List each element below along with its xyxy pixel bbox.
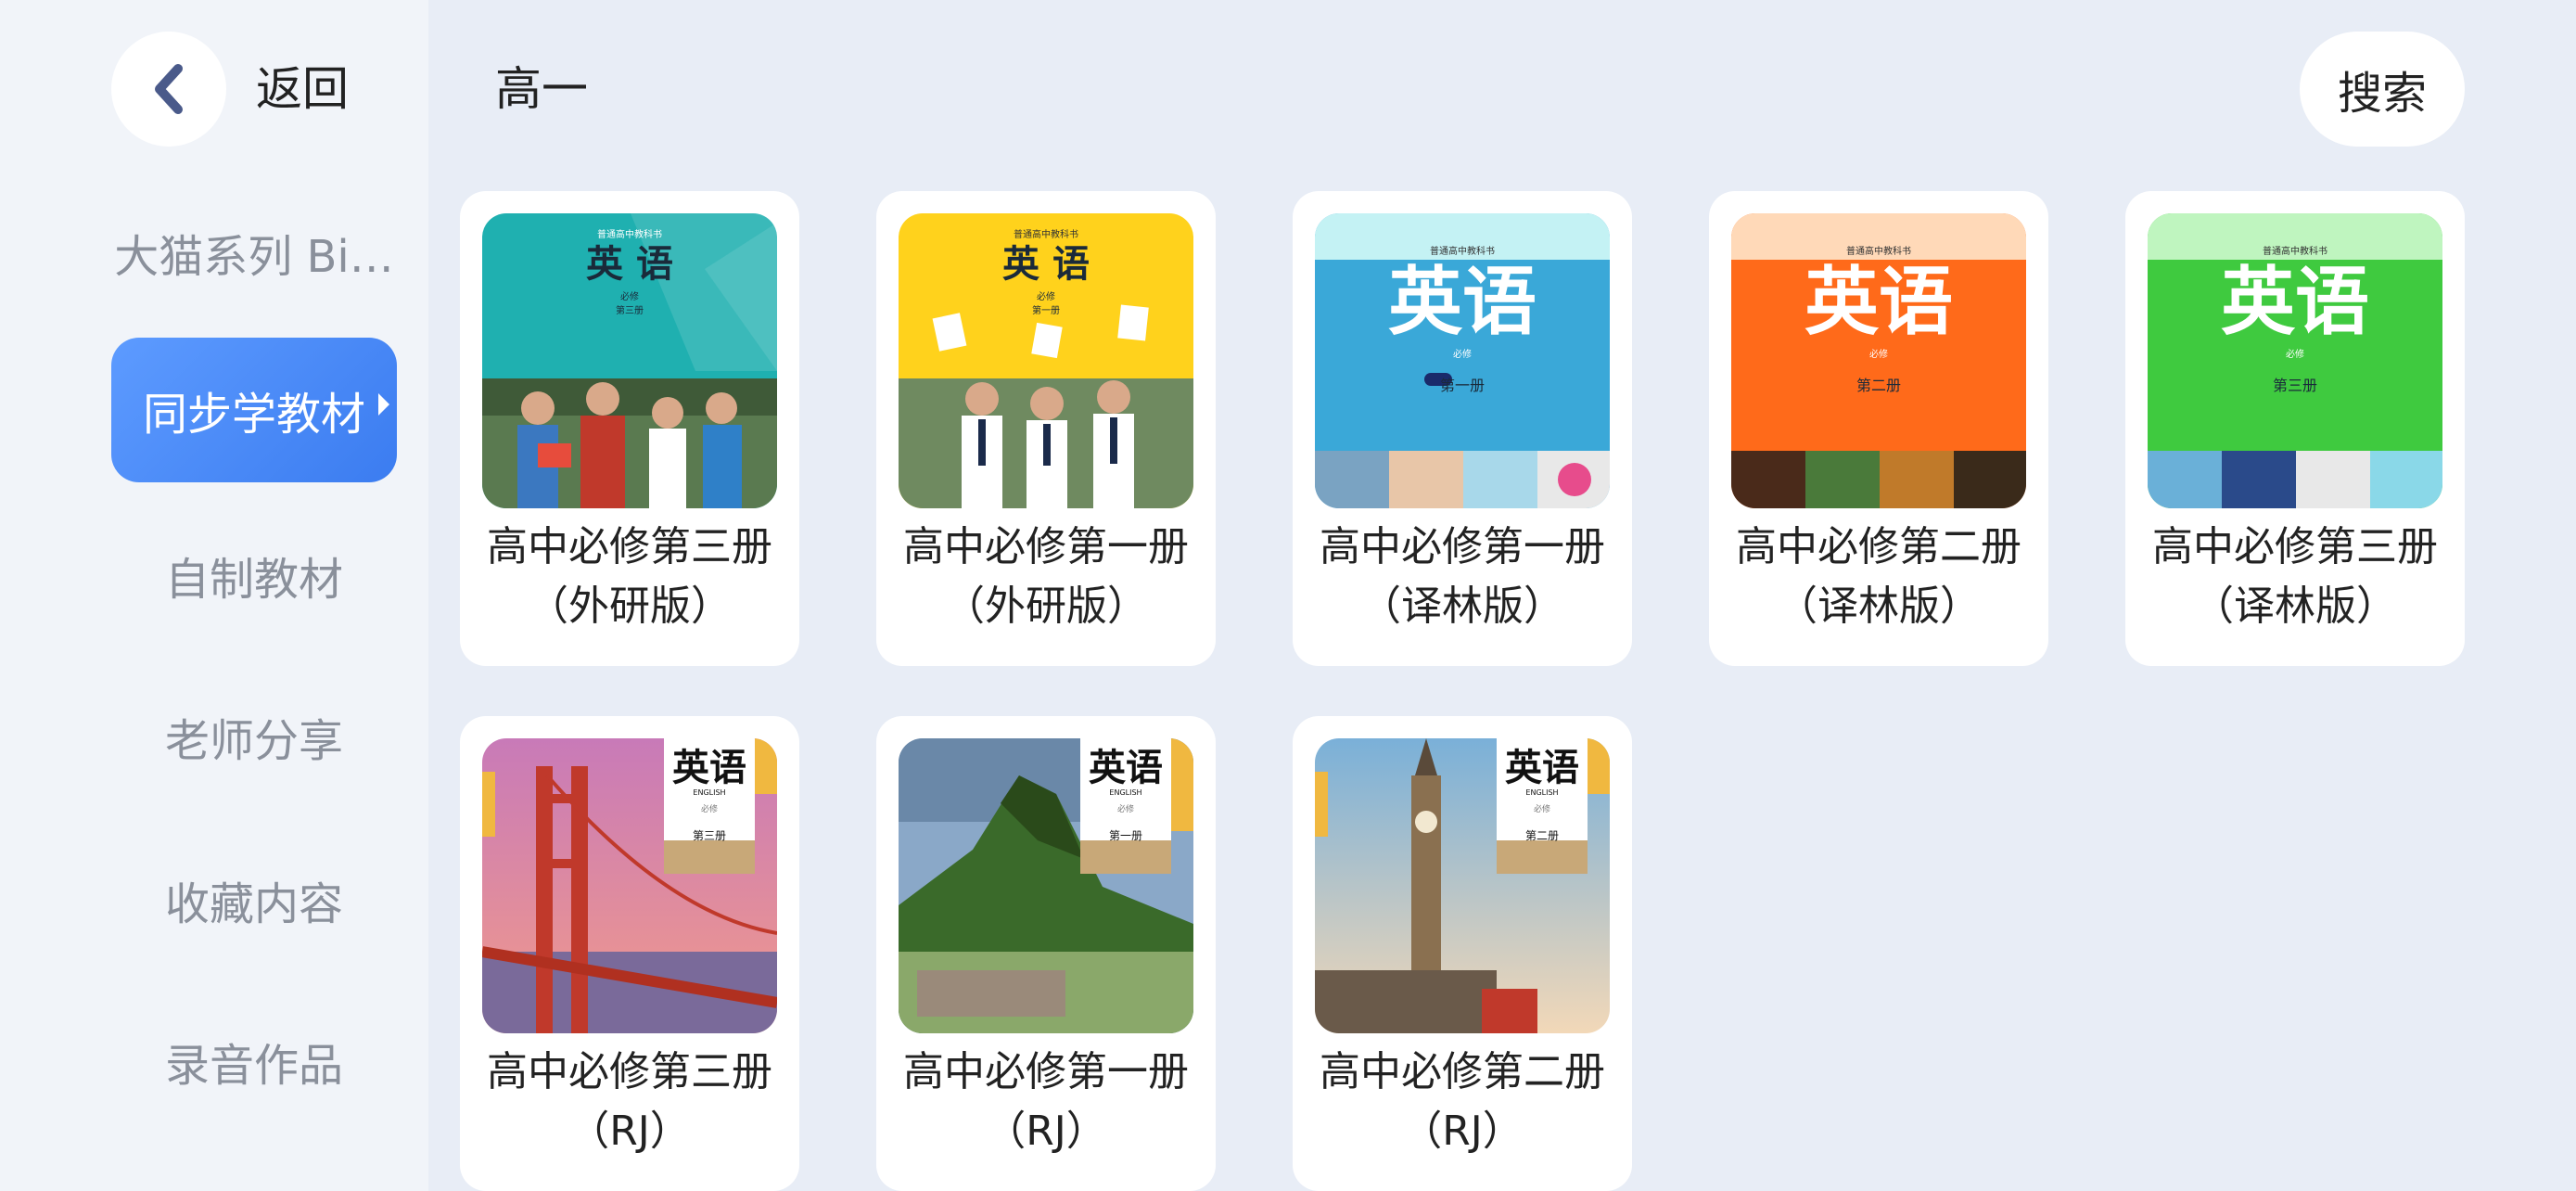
book-title-line1: 高中必修第三册 (487, 1048, 772, 1095)
book-card[interactable]: 普通高中教科书 英 语 必修 第三册 高中必修第三册 （外研版） (460, 191, 799, 666)
sidebar-item-label: 自制教材 (164, 554, 343, 606)
cover-accent-strip (755, 738, 777, 794)
page-title: 高一 (495, 62, 588, 116)
cover-sub2: 第二册 (1855, 377, 1901, 394)
book-title: 高中必修第一册 （RJ） (876, 1043, 1216, 1161)
book-title-line1: 高中必修第三册 (487, 523, 772, 570)
sidebar-item-label: 同步学教材 (142, 389, 365, 441)
sidebar-item-label: 老师分享 (164, 715, 343, 767)
book-title-line2: （译林版） (1360, 583, 1564, 630)
book-title-line1: 高中必修第二册 (1736, 523, 2021, 570)
book-cover: 普通高中教科书 英 语 必修 第三册 (482, 213, 777, 508)
book-card[interactable]: 普通高中教科书 英语 必修 第一册 高中必修第一册 （译林版） (1293, 191, 1632, 666)
cover-subject: 英 语 (586, 242, 673, 286)
sidebar-item-label: 大猫系列 Bi… (114, 231, 394, 283)
book-card[interactable]: 普通高中教科书 英语 必修 第三册 高中必修第三册 （译林版） (2125, 191, 2465, 666)
cover-sub2: 第一册 (1439, 377, 1485, 394)
book-title-line2: （外研版） (528, 583, 732, 630)
book-title: 高中必修第三册 （外研版） (460, 518, 799, 636)
cover-top-text: 普通高中教科书 (1846, 247, 1911, 257)
search-button[interactable]: 搜索 (2300, 32, 2465, 147)
book-title-line2: （外研版） (944, 583, 1148, 630)
book-title: 高中必修第三册 （译林版） (2125, 518, 2465, 636)
sidebar-item-teacher-share[interactable]: 老师分享 (111, 664, 397, 809)
book-card[interactable]: 普通高中教科书 英 语 必修 第一册 高中必修第一册 （外研版） (876, 191, 1216, 666)
book-cover: 英语 ENGLISH 必修 第三册 (482, 738, 777, 1033)
back-label[interactable]: 返回 (256, 58, 349, 121)
cover-top-text: 普通高中教科书 (2263, 247, 2327, 257)
cover-subject: 英 语 (1002, 242, 1090, 286)
book-title-line1: 高中必修第二册 (1320, 1048, 1605, 1095)
book-title: 高中必修第一册 （译林版） (1293, 518, 1632, 636)
book-cover: 普通高中教科书 英语 必修 第一册 (1315, 213, 1610, 508)
cover-subject: 英语 (672, 746, 746, 789)
cover-sub1: 必修 (1453, 350, 1472, 360)
cover-sub1: 必修 (620, 292, 639, 302)
book-title: 高中必修第二册 （译林版） (1709, 518, 2048, 636)
book-title: 高中必修第一册 （外研版） (876, 518, 1216, 636)
book-title: 高中必修第三册 （RJ） (460, 1043, 799, 1161)
sidebar-item-sync-textbook[interactable]: 同步学教材 (111, 338, 397, 482)
book-title-line1: 高中必修第三册 (2152, 523, 2438, 570)
book-title-line2: （RJ） (568, 1108, 691, 1155)
book-title-line2: （译林版） (1777, 583, 1981, 630)
cover-accent-strip (1171, 738, 1193, 831)
cover-subject: 英语 (1505, 746, 1579, 789)
cover-subject: 英语 (1804, 258, 1953, 345)
sidebar-item-recordings[interactable]: 录音作品 (111, 989, 397, 1133)
cover-sub1: 必修 (1116, 805, 1134, 814)
chevron-left-icon (155, 64, 183, 114)
book-title-line2: （译林版） (2193, 583, 2397, 630)
sidebar-item-big-cat-series[interactable]: 大猫系列 Bi… (111, 180, 397, 325)
cover-accent-strip (1588, 738, 1610, 794)
cover-subject: 英语 (2221, 258, 2369, 345)
sidebar-item-favorites[interactable]: 收藏内容 (111, 827, 397, 972)
book-cover: 英语 ENGLISH 必修 第二册 (1315, 738, 1610, 1033)
book-card[interactable]: 普通高中教科书 英语 必修 第二册 高中必修第二册 （译林版） (1709, 191, 2048, 666)
cover-top-text: 普通高中教科书 (1430, 247, 1495, 257)
sidebar-item-label: 收藏内容 (164, 878, 343, 930)
cover-sub1: 必修 (1037, 292, 1055, 302)
cover-english: ENGLISH (1109, 788, 1142, 797)
cover-top-text: 普通高中教科书 (1014, 230, 1078, 240)
book-cover: 普通高中教科书 英语 必修 第二册 (1731, 213, 2026, 508)
book-title-line2: （RJ） (985, 1108, 1107, 1155)
book-card[interactable]: 英语 ENGLISH 必修 第三册 高中必修第三册 （RJ） (460, 716, 799, 1191)
cover-sub2: 第一册 (1108, 829, 1142, 842)
sidebar-item-label: 录音作品 (164, 1040, 343, 1092)
cover-accent-strip (482, 772, 495, 837)
book-card[interactable]: 英语 ENGLISH 必修 第一册 高中必修第一册 （RJ） (876, 716, 1216, 1191)
cover-sub2: 第三册 (616, 306, 644, 316)
book-cover: 英语 ENGLISH 必修 第一册 (899, 738, 1193, 1033)
book-cover: 普通高中教科书 英 语 必修 第一册 (899, 213, 1193, 508)
sidebar: 返回 大猫系列 Bi… 同步学教材 自制教材 老师分享 收藏内容 录音作品 (0, 0, 428, 1191)
book-title-line1: 高中必修第一册 (903, 523, 1189, 570)
cover-sub2: 第三册 (2272, 377, 2317, 394)
cover-subject: 英语 (1388, 258, 1537, 345)
caret-right-icon (378, 393, 389, 416)
book-title-line1: 高中必修第一册 (1320, 523, 1605, 570)
book-cover: 普通高中教科书 英语 必修 第三册 (2148, 213, 2442, 508)
cover-sub1: 必修 (700, 805, 718, 814)
cover-sub2: 第三册 (692, 829, 726, 842)
book-card[interactable]: 英语 ENGLISH 必修 第二册 高中必修第二册 （RJ） (1293, 716, 1632, 1191)
book-title-line2: （RJ） (1401, 1108, 1524, 1155)
sidebar-item-custom-textbook[interactable]: 自制教材 (111, 503, 397, 647)
book-title: 高中必修第二册 （RJ） (1293, 1043, 1632, 1161)
cover-top-text: 普通高中教科书 (597, 230, 662, 240)
cover-sub1: 必修 (1533, 805, 1550, 814)
cover-subject: 英语 (1089, 746, 1163, 789)
cover-sub1: 必修 (2286, 350, 2304, 360)
back-button[interactable] (111, 32, 226, 147)
cover-sub2: 第一册 (1032, 306, 1060, 316)
cover-english: ENGLISH (1525, 788, 1559, 797)
cover-english: ENGLISH (693, 788, 726, 797)
search-label: 搜索 (2337, 68, 2427, 120)
cover-accent-strip (1315, 772, 1328, 837)
book-title-line1: 高中必修第一册 (903, 1048, 1189, 1095)
cover-sub2: 第二册 (1524, 829, 1559, 842)
cover-sub1: 必修 (1869, 350, 1888, 360)
